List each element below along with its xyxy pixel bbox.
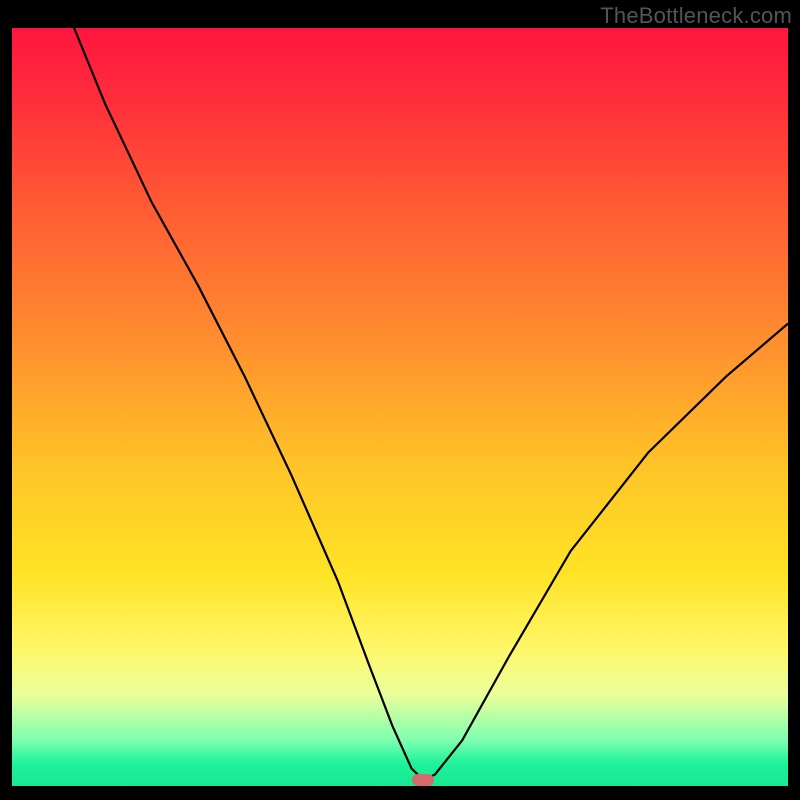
- chart-curve: [12, 28, 788, 786]
- plot-frame: [12, 28, 788, 786]
- attribution-text: TheBottleneck.com: [600, 3, 792, 29]
- bottleneck-curve-path: [74, 28, 788, 780]
- optimal-marker: [412, 774, 434, 786]
